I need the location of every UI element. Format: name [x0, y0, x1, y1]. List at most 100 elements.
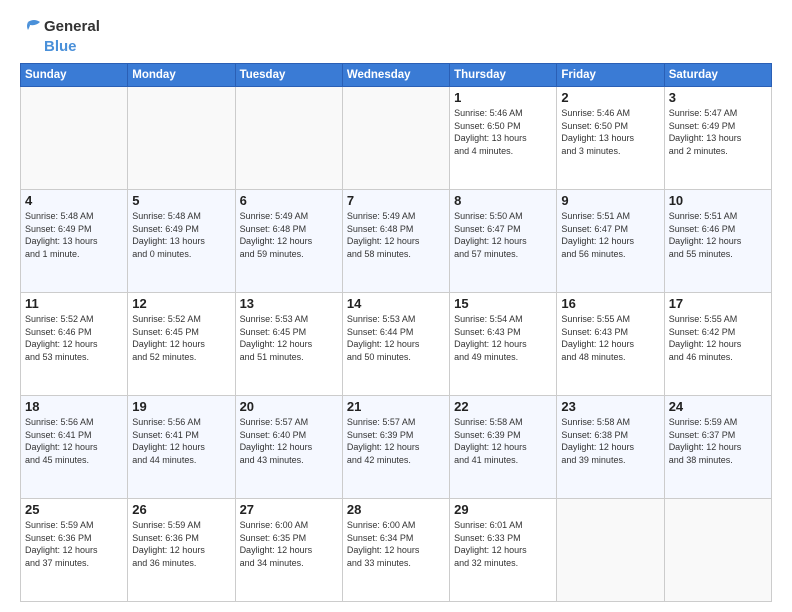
- day-number: 13: [240, 296, 338, 311]
- calendar-row-4: 25 Sunrise: 5:59 AM Sunset: 6:36 PM Dayli…: [21, 499, 772, 602]
- weekday-header-thursday: Thursday: [450, 64, 557, 87]
- weekday-header-wednesday: Wednesday: [342, 64, 449, 87]
- day-info: Sunrise: 5:59 AM Sunset: 6:37 PM Dayligh…: [669, 416, 767, 466]
- calendar-cell: 20 Sunrise: 5:57 AM Sunset: 6:40 PM Dayli…: [235, 396, 342, 499]
- calendar-cell: [664, 499, 771, 602]
- calendar-cell: 13 Sunrise: 5:53 AM Sunset: 6:45 PM Dayli…: [235, 293, 342, 396]
- day-info: Sunrise: 5:55 AM Sunset: 6:42 PM Dayligh…: [669, 313, 767, 363]
- calendar-cell: 5 Sunrise: 5:48 AM Sunset: 6:49 PM Daylig…: [128, 190, 235, 293]
- weekday-header-saturday: Saturday: [664, 64, 771, 87]
- calendar-cell: 3 Sunrise: 5:47 AM Sunset: 6:49 PM Daylig…: [664, 87, 771, 190]
- calendar-cell: 27 Sunrise: 6:00 AM Sunset: 6:35 PM Dayli…: [235, 499, 342, 602]
- calendar-cell: 28 Sunrise: 6:00 AM Sunset: 6:34 PM Dayli…: [342, 499, 449, 602]
- calendar-row-2: 11 Sunrise: 5:52 AM Sunset: 6:46 PM Dayli…: [21, 293, 772, 396]
- day-number: 3: [669, 90, 767, 105]
- day-info: Sunrise: 5:50 AM Sunset: 6:47 PM Dayligh…: [454, 210, 552, 260]
- day-info: Sunrise: 5:49 AM Sunset: 6:48 PM Dayligh…: [240, 210, 338, 260]
- calendar-row-1: 4 Sunrise: 5:48 AM Sunset: 6:49 PM Daylig…: [21, 190, 772, 293]
- day-info: Sunrise: 5:58 AM Sunset: 6:39 PM Dayligh…: [454, 416, 552, 466]
- calendar-cell: 9 Sunrise: 5:51 AM Sunset: 6:47 PM Daylig…: [557, 190, 664, 293]
- day-info: Sunrise: 5:52 AM Sunset: 6:45 PM Dayligh…: [132, 313, 230, 363]
- day-info: Sunrise: 5:57 AM Sunset: 6:39 PM Dayligh…: [347, 416, 445, 466]
- day-number: 28: [347, 502, 445, 517]
- day-info: Sunrise: 5:59 AM Sunset: 6:36 PM Dayligh…: [132, 519, 230, 569]
- weekday-header-row: SundayMondayTuesdayWednesdayThursdayFrid…: [21, 64, 772, 87]
- calendar-cell: 2 Sunrise: 5:46 AM Sunset: 6:50 PM Daylig…: [557, 87, 664, 190]
- calendar-cell: 7Sunrise: 5:49 AM Sunset: 6:48 PM Daylig…: [342, 190, 449, 293]
- day-info: Sunrise: 5:58 AM Sunset: 6:38 PM Dayligh…: [561, 416, 659, 466]
- day-info: Sunrise: 6:00 AM Sunset: 6:34 PM Dayligh…: [347, 519, 445, 569]
- day-info: Sunrise: 5:56 AM Sunset: 6:41 PM Dayligh…: [132, 416, 230, 466]
- day-number: 10: [669, 193, 767, 208]
- day-number: 4: [25, 193, 123, 208]
- weekday-header-monday: Monday: [128, 64, 235, 87]
- calendar-table: SundayMondayTuesdayWednesdayThursdayFrid…: [20, 63, 772, 602]
- day-number: 25: [25, 502, 123, 517]
- day-number: 8: [454, 193, 552, 208]
- calendar-cell: 11 Sunrise: 5:52 AM Sunset: 6:46 PM Dayli…: [21, 293, 128, 396]
- day-info: Sunrise: 5:54 AM Sunset: 6:43 PM Dayligh…: [454, 313, 552, 363]
- day-info: Sunrise: 5:51 AM Sunset: 6:46 PM Dayligh…: [669, 210, 767, 260]
- day-number: 15: [454, 296, 552, 311]
- calendar-cell: 29Sunrise: 6:01 AM Sunset: 6:33 PM Dayli…: [450, 499, 557, 602]
- day-info: Sunrise: 5:47 AM Sunset: 6:49 PM Dayligh…: [669, 107, 767, 157]
- day-number: 11: [25, 296, 123, 311]
- day-number: 18: [25, 399, 123, 414]
- day-info: Sunrise: 5:46 AM Sunset: 6:50 PM Dayligh…: [454, 107, 552, 157]
- calendar-cell: 19 Sunrise: 5:56 AM Sunset: 6:41 PM Dayli…: [128, 396, 235, 499]
- day-info: Sunrise: 5:52 AM Sunset: 6:46 PM Dayligh…: [25, 313, 123, 363]
- calendar-cell: [342, 87, 449, 190]
- day-info: Sunrise: 5:55 AM Sunset: 6:43 PM Dayligh…: [561, 313, 659, 363]
- day-info: Sunrise: 6:00 AM Sunset: 6:35 PM Dayligh…: [240, 519, 338, 569]
- calendar-cell: 10 Sunrise: 5:51 AM Sunset: 6:46 PM Dayli…: [664, 190, 771, 293]
- calendar-cell: 23Sunrise: 5:58 AM Sunset: 6:38 PM Dayli…: [557, 396, 664, 499]
- day-number: 1: [454, 90, 552, 105]
- day-info: Sunrise: 5:48 AM Sunset: 6:49 PM Dayligh…: [25, 210, 123, 260]
- calendar-cell: 22 Sunrise: 5:58 AM Sunset: 6:39 PM Dayli…: [450, 396, 557, 499]
- calendar-cell: 25 Sunrise: 5:59 AM Sunset: 6:36 PM Dayli…: [21, 499, 128, 602]
- day-info: Sunrise: 5:51 AM Sunset: 6:47 PM Dayligh…: [561, 210, 659, 260]
- calendar-cell: [21, 87, 128, 190]
- calendar-cell: 24 Sunrise: 5:59 AM Sunset: 6:37 PM Dayli…: [664, 396, 771, 499]
- header: General Blue: [20, 16, 772, 55]
- day-number: 24: [669, 399, 767, 414]
- day-info: Sunrise: 5:48 AM Sunset: 6:49 PM Dayligh…: [132, 210, 230, 260]
- weekday-header-tuesday: Tuesday: [235, 64, 342, 87]
- logo-bird-icon: [20, 16, 42, 38]
- day-info: Sunrise: 5:49 AM Sunset: 6:48 PM Dayligh…: [347, 210, 445, 260]
- calendar-cell: [235, 87, 342, 190]
- calendar-cell: 14 Sunrise: 5:53 AM Sunset: 6:44 PM Dayli…: [342, 293, 449, 396]
- logo-text-general: General: [44, 18, 100, 35]
- calendar-row-3: 18 Sunrise: 5:56 AM Sunset: 6:41 PM Dayli…: [21, 396, 772, 499]
- calendar-cell: 8 Sunrise: 5:50 AM Sunset: 6:47 PM Daylig…: [450, 190, 557, 293]
- calendar-cell: 21 Sunrise: 5:57 AM Sunset: 6:39 PM Dayli…: [342, 396, 449, 499]
- calendar-cell: 1 Sunrise: 5:46 AM Sunset: 6:50 PM Daylig…: [450, 87, 557, 190]
- day-info: Sunrise: 5:59 AM Sunset: 6:36 PM Dayligh…: [25, 519, 123, 569]
- day-number: 5: [132, 193, 230, 208]
- calendar-cell: 16 Sunrise: 5:55 AM Sunset: 6:43 PM Dayli…: [557, 293, 664, 396]
- page: General Blue SundayMondayTuesdayWednesda…: [0, 0, 792, 612]
- day-number: 22: [454, 399, 552, 414]
- day-number: 21: [347, 399, 445, 414]
- day-number: 19: [132, 399, 230, 414]
- day-number: 14: [347, 296, 445, 311]
- day-number: 27: [240, 502, 338, 517]
- calendar-cell: 18Sunrise: 5:56 AM Sunset: 6:41 PM Dayli…: [21, 396, 128, 499]
- day-number: 2: [561, 90, 659, 105]
- logo-text-blue: Blue: [44, 38, 77, 55]
- day-info: Sunrise: 5:53 AM Sunset: 6:45 PM Dayligh…: [240, 313, 338, 363]
- calendar-cell: 15 Sunrise: 5:54 AM Sunset: 6:43 PM Dayli…: [450, 293, 557, 396]
- calendar-row-0: 1 Sunrise: 5:46 AM Sunset: 6:50 PM Daylig…: [21, 87, 772, 190]
- day-info: Sunrise: 5:57 AM Sunset: 6:40 PM Dayligh…: [240, 416, 338, 466]
- weekday-header-sunday: Sunday: [21, 64, 128, 87]
- day-number: 9: [561, 193, 659, 208]
- day-number: 12: [132, 296, 230, 311]
- calendar-cell: [557, 499, 664, 602]
- day-info: Sunrise: 5:46 AM Sunset: 6:50 PM Dayligh…: [561, 107, 659, 157]
- calendar-cell: 6Sunrise: 5:49 AM Sunset: 6:48 PM Daylig…: [235, 190, 342, 293]
- day-info: Sunrise: 5:53 AM Sunset: 6:44 PM Dayligh…: [347, 313, 445, 363]
- calendar-cell: 26Sunrise: 5:59 AM Sunset: 6:36 PM Dayli…: [128, 499, 235, 602]
- day-number: 16: [561, 296, 659, 311]
- day-number: 20: [240, 399, 338, 414]
- calendar-cell: 12 Sunrise: 5:52 AM Sunset: 6:45 PM Dayli…: [128, 293, 235, 396]
